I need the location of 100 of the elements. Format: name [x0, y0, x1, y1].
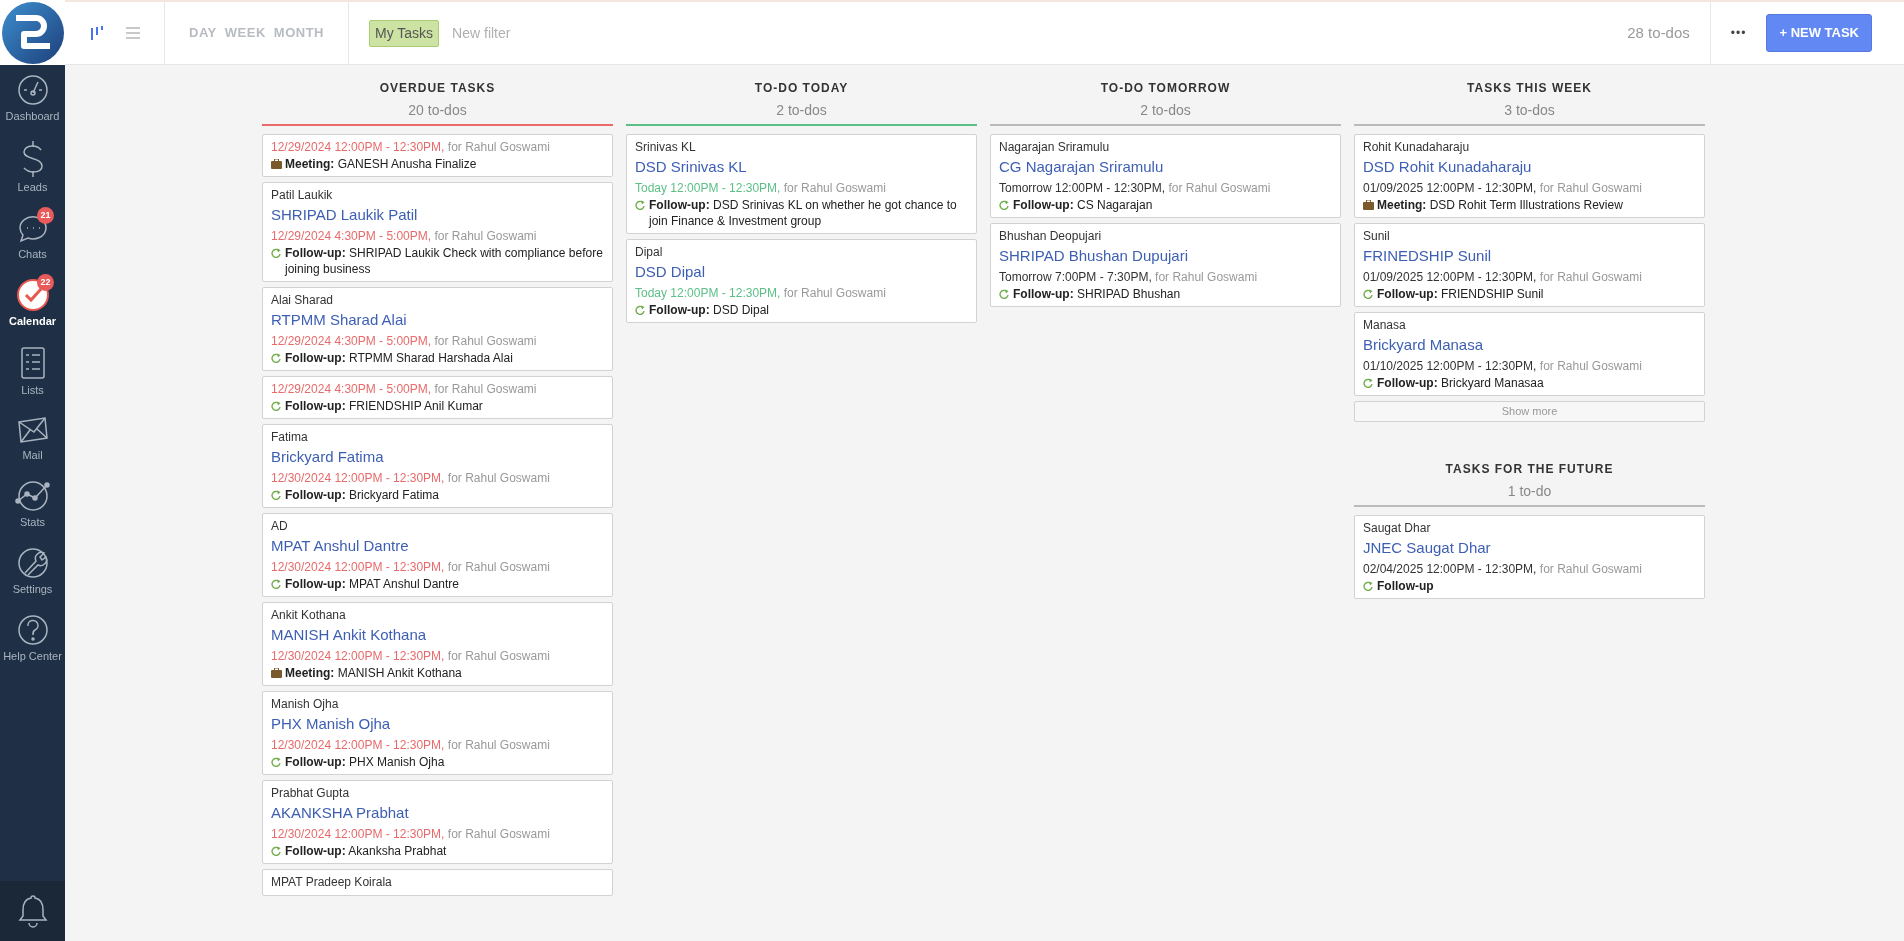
task-card[interactable]: Sunil FRINEDSHIP Sunil 01/09/2025 12:00PM - 12:30PM, for Rahul Goswami Follow-up: FRIENDSHIP Sunil: [1354, 223, 1705, 307]
task-card[interactable]: Rohit Kunadaharaju DSD Rohit Kunadaharaju 01/09/2025 12:00PM - 12:30PM, for Rahul Goswami Meeting: DSD Rohit Term Illustrations Review: [1354, 134, 1705, 218]
task-description: Follow-up: Brickyard Manasaa: [1377, 375, 1544, 391]
task-card[interactable]: Prabhat Gupta AKANKSHA Prabhat 12/30/2024 12:00PM - 12:30PM, for Rahul Goswami Follow-up: Akanksha Prabhat: [262, 780, 613, 864]
sidebar-label: Help Center: [3, 649, 62, 663]
contact-name: Srinivas KL: [635, 139, 696, 156]
assignee: for Rahul Goswami: [434, 334, 537, 348]
sidebar-item[interactable]: Leads: [0, 140, 65, 194]
task-card[interactable]: Srinivas KL DSD Srinivas KL Today 12:00PM - 12:30PM, for Rahul Goswami Follow-up: DSD Srinivas KL on whether he got chance to join Finance & Investment group: [626, 134, 977, 234]
task-title[interactable]: SHRIPAD Laukik Patil: [271, 204, 418, 225]
sidebar-label: Calendar: [8, 314, 57, 328]
task-card[interactable]: Fatima Brickyard Fatima 12/30/2024 12:00PM - 12:30PM, for Rahul Goswami Follow-up: Brickyard Fatima: [262, 424, 613, 508]
sidebar-item[interactable]: Mail: [0, 414, 65, 462]
due-time: Today 12:00PM - 12:30PM,: [635, 181, 781, 195]
due-time: Tomorrow 12:00PM - 12:30PM,: [999, 181, 1166, 195]
task-title[interactable]: Brickyard Manasa: [1363, 334, 1484, 355]
sidebar-item[interactable]: Dashboard: [0, 73, 65, 123]
sidebar-item[interactable]: Help Center: [0, 613, 65, 663]
task-description: Follow-up: DSD Srinivas KL on whether he got chance to join Finance & Investment group: [649, 197, 958, 229]
sidebar-label: Lists: [21, 383, 44, 397]
refresh-icon: [1363, 289, 1374, 300]
due-time: 12/29/2024 4:30PM - 5:00PM,: [271, 334, 432, 348]
more-button[interactable]: •••: [1730, 24, 1747, 42]
task-title[interactable]: FRINEDSHIP Sunil: [1363, 245, 1492, 266]
column-title: TO-DO TOMORROW: [1100, 80, 1231, 97]
task-title[interactable]: CG Nagarajan Sriramulu: [999, 156, 1164, 177]
sidebar-item[interactable]: Settings: [0, 546, 65, 596]
assignee: for Rahul Goswami: [447, 471, 550, 485]
due-time: 12/29/2024 4:30PM - 5:00PM,: [271, 382, 432, 396]
due-time: 12/30/2024 12:00PM - 12:30PM,: [271, 738, 445, 752]
contact-name: Manasa: [1363, 317, 1406, 334]
contact-name: Bhushan Deopujari: [999, 228, 1102, 245]
task-card[interactable]: Manish Ojha PHX Manish Ojha 12/30/2024 12:00PM - 12:30PM, for Rahul Goswami Follow-up: PHX Manish Ojha: [262, 691, 613, 775]
column-title: TASKS THIS WEEK: [1467, 80, 1592, 97]
filter-chip[interactable]: My Tasks: [369, 19, 440, 47]
contact-name: Manish Ojha: [271, 696, 339, 713]
task-card[interactable]: 12/29/2024 12:00PM - 12:30PM, for Rahul Goswami Meeting: GANESH Anusha Finalize: [262, 134, 613, 177]
task-title[interactable]: MPAT Anshul Dantre: [271, 535, 409, 556]
task-title[interactable]: AKANKSHA Prabhat: [271, 802, 409, 823]
due-time: 12/30/2024 12:00PM - 12:30PM,: [271, 471, 445, 485]
contact-name: Ankit Kothana: [271, 607, 346, 624]
task-title[interactable]: RTPMM Sharad Alai: [271, 309, 407, 330]
task-description: Follow-up: FRIENDSHIP Anil Kumar: [285, 398, 483, 414]
task-card[interactable]: MPAT Pradeep Koirala: [262, 869, 613, 896]
task-title[interactable]: JNEC Saugat Dhar: [1363, 537, 1491, 558]
due-time: 02/04/2025 12:00PM - 12:30PM,: [1363, 562, 1537, 576]
assignee: for Rahul Goswami: [434, 382, 537, 396]
briefcase-icon: [1363, 200, 1374, 210]
contact-name: MPAT Pradeep Koirala: [271, 874, 392, 891]
task-card[interactable]: Dipal DSD Dipal Today 12:00PM - 12:30PM, for Rahul Goswami Follow-up: DSD Dipal: [626, 239, 977, 323]
refresh-icon: [271, 579, 282, 590]
task-title[interactable]: DSD Dipal: [635, 261, 706, 282]
wrench-icon: [15, 546, 50, 580]
task-card[interactable]: Manasa Brickyard Manasa 01/10/2025 12:00PM - 12:30PM, for Rahul Goswami Follow-up: Brickyard Manasaa: [1354, 312, 1705, 396]
due-time: 12/29/2024 12:00PM - 12:30PM,: [271, 140, 445, 154]
briefcase-icon: [271, 159, 282, 169]
assignee: for Rahul Goswami: [1539, 181, 1642, 195]
refresh-icon: [1363, 581, 1374, 592]
contact-name: Prabhat Gupta: [271, 785, 350, 802]
task-title[interactable]: DSD Rohit Kunadaharaju: [1363, 156, 1532, 177]
briefcase-icon: [271, 668, 282, 678]
task-title[interactable]: PHX Manish Ojha: [271, 713, 391, 734]
sidebar-label: Settings: [12, 582, 53, 596]
task-card[interactable]: Saugat Dhar JNEC Saugat Dhar 02/04/2025 12:00PM - 12:30PM, for Rahul Goswami Follow-up: [1354, 515, 1705, 599]
refresh-icon: [999, 289, 1010, 300]
assignee: for Rahul Goswami: [1539, 359, 1642, 373]
task-description: Follow-up: PHX Manish Ojha: [285, 754, 445, 770]
task-card[interactable]: AD MPAT Anshul Dantre 12/30/2024 12:00PM - 12:30PM, for Rahul Goswami Follow-up: MPAT Anshul Dantre: [262, 513, 613, 597]
assignee: for Rahul Goswami: [447, 140, 550, 154]
due-time: 12/30/2024 12:00PM - 12:30PM,: [271, 827, 445, 841]
due-time: Today 12:00PM - 12:30PM,: [635, 286, 781, 300]
column-count: 2 to-dos: [776, 101, 827, 120]
contact-name: Rohit Kunadaharaju: [1363, 139, 1470, 156]
assignee: for Rahul Goswami: [1155, 270, 1258, 284]
sidebar-item[interactable]: Lists: [0, 345, 65, 397]
task-card[interactable]: 12/29/2024 4:30PM - 5:00PM, for Rahul Goswami Follow-up: FRIENDSHIP Anil Kumar: [262, 376, 613, 419]
due-time: 12/30/2024 12:00PM - 12:30PM,: [271, 560, 445, 574]
task-title[interactable]: SHRIPAD Bhushan Dupujari: [999, 245, 1188, 266]
task-card[interactable]: Nagarajan Sriramulu CG Nagarajan Sriramulu Tomorrow 12:00PM - 12:30PM, for Rahul Goswami Follow-up: CS Nagarajan: [990, 134, 1341, 218]
contact-name: Patil Laukik: [271, 187, 333, 204]
task-title[interactable]: DSD Srinivas KL: [635, 156, 747, 177]
refresh-icon: [1363, 378, 1374, 389]
task-card[interactable]: Bhushan Deopujari SHRIPAD Bhushan Dupujari Tomorrow 7:00PM - 7:30PM, for Rahul Goswami Follow-up: SHRIPAD Bhushan: [990, 223, 1341, 307]
count-badge: 22: [37, 274, 54, 291]
task-card[interactable]: Alai Sharad RTPMM Sharad Alai 12/29/2024 4:30PM - 5:00PM, for Rahul Goswami Follow-up: RTPMM Sharad Harshada Alai: [262, 287, 613, 371]
task-description: Follow-up: DSD Dipal: [649, 302, 769, 318]
task-title[interactable]: MANISH Ankit Kothana: [271, 624, 427, 645]
sidebar-item[interactable]: Stats: [0, 479, 65, 529]
assignee: for Rahul Goswami: [783, 181, 886, 195]
assignee: for Rahul Goswami: [447, 827, 550, 841]
assignee: for Rahul Goswami: [1539, 270, 1642, 284]
contact-name: Sunil: [1363, 228, 1390, 245]
task-card[interactable]: Patil Laukik SHRIPAD Laukik Patil 12/29/2024 4:30PM - 5:00PM, for Rahul Goswami Follow-up: SHRIPAD Laukik Check with compliance before joining business: [262, 182, 613, 282]
refresh-icon: [271, 401, 282, 412]
task-card[interactable]: Ankit Kothana MANISH Ankit Kothana 12/30/2024 12:00PM - 12:30PM, for Rahul Goswami Meeting: MANISH Ankit Kothana: [262, 602, 613, 686]
task-description: Follow-up: RTPMM Sharad Harshada Alai: [285, 350, 513, 366]
task-title[interactable]: Brickyard Fatima: [271, 446, 384, 467]
board-view-button[interactable]: [88, 25, 105, 41]
due-time: Tomorrow 7:00PM - 7:30PM,: [999, 270, 1152, 284]
refresh-icon: [271, 353, 282, 364]
